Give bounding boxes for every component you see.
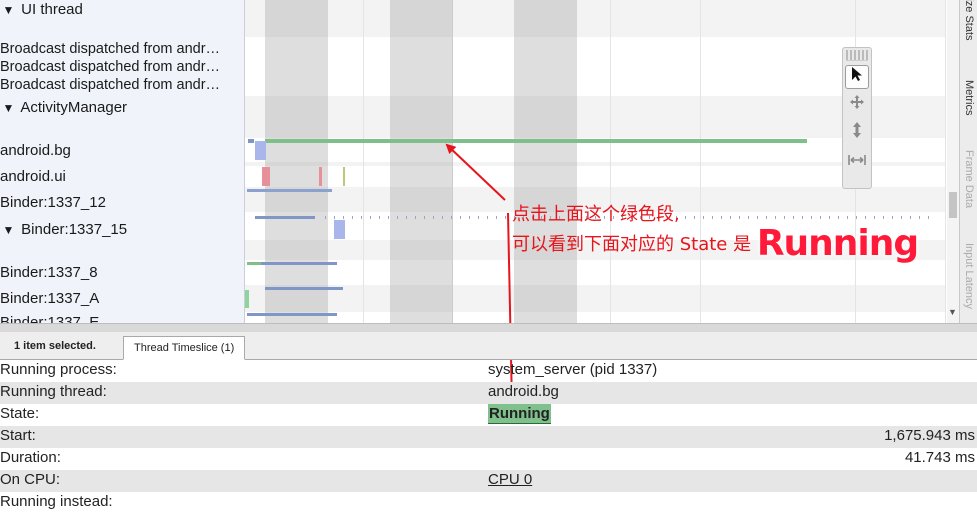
track-label-binder-8: Binder:1337_8 bbox=[0, 264, 98, 281]
grid-line bbox=[610, 0, 611, 323]
track-label-column: ▼ UI thread Broadcast dispatched from an… bbox=[0, 0, 245, 323]
toolbar-drag-handle[interactable] bbox=[846, 50, 868, 61]
analysis-tab-bar: 1 item selected. Thread Timeslice (1) bbox=[0, 332, 977, 360]
scroll-down-arrow-icon[interactable]: ▼ bbox=[948, 307, 957, 317]
row-value: system_server (pid 1337) bbox=[488, 361, 658, 378]
zoom-tool-icon[interactable] bbox=[846, 121, 868, 145]
thread-slice[interactable] bbox=[265, 287, 343, 290]
side-tab-bar: Size Stats Metrics Frame Data Input Late… bbox=[959, 0, 977, 323]
row-key: Duration: bbox=[0, 449, 61, 466]
row-value: android.bg bbox=[488, 383, 559, 400]
timing-tool-icon[interactable] bbox=[846, 149, 868, 173]
track-label-binder-12: Binder:1337_12 bbox=[0, 194, 106, 211]
row-key: State: bbox=[0, 405, 40, 422]
tab-size-stats[interactable]: Size Stats bbox=[960, 0, 977, 48]
thread-slice[interactable] bbox=[319, 167, 322, 186]
track-background bbox=[245, 162, 945, 166]
tab-thread-timeslice[interactable]: Thread Timeslice (1) bbox=[123, 336, 246, 360]
thread-slice[interactable] bbox=[247, 262, 261, 265]
table-row: Running thread: android.bg bbox=[0, 382, 977, 404]
state-value: Running bbox=[488, 404, 551, 424]
pan-tool-icon[interactable] bbox=[846, 93, 868, 117]
trace-viewer: ▼ UI thread Broadcast dispatched from an… bbox=[0, 0, 977, 323]
table-row: State: Running bbox=[0, 404, 977, 426]
thread-slice[interactable] bbox=[248, 139, 254, 143]
track-background bbox=[245, 0, 945, 37]
scrollbar-thumb[interactable] bbox=[949, 192, 957, 218]
thread-slice[interactable] bbox=[247, 313, 337, 316]
table-row: On CPU: CPU 0 bbox=[0, 470, 977, 492]
track-group-ui-thread[interactable]: ▼ UI thread bbox=[0, 1, 242, 19]
thread-slice[interactable] bbox=[334, 220, 345, 239]
cpu-link[interactable]: CPU 0 bbox=[488, 470, 532, 489]
vertical-scrollbar[interactable]: ▼ bbox=[947, 0, 959, 323]
row-key: Running thread: bbox=[0, 383, 107, 400]
table-row: Start: 1,675.943 ms bbox=[0, 426, 977, 448]
table-row: Duration: 41.743 ms bbox=[0, 448, 977, 470]
annotation-line-2: 可以看到下面对应的 State 是 Running bbox=[512, 226, 919, 262]
highlight-band bbox=[265, 0, 328, 323]
thread-slice[interactable] bbox=[262, 167, 270, 186]
track-label-android-bg: android.bg bbox=[0, 142, 71, 159]
annotation-text: 点击上面这个绿色段, 可以看到下面对应的 State 是 Running bbox=[512, 200, 919, 262]
row-value: 41.743 ms bbox=[904, 449, 975, 466]
track-label-broadcast-1: Broadcast dispatched from andr… bbox=[0, 41, 221, 57]
table-row: Running instead: bbox=[0, 492, 977, 514]
selection-count: 1 item selected. bbox=[14, 340, 96, 352]
track-label-binder-a: Binder:1337_A bbox=[0, 290, 100, 307]
thread-slice[interactable] bbox=[255, 141, 266, 160]
annotation-line-2-text: 可以看到下面对应的 State 是 bbox=[512, 234, 752, 255]
track-group-activity-manager[interactable]: ▼ ActivityManager bbox=[0, 99, 242, 117]
track-label: Binder:1337_15 bbox=[21, 221, 128, 238]
track-label: ActivityManager bbox=[20, 99, 128, 116]
table-row: Running process: system_server (pid 1337… bbox=[0, 360, 977, 382]
track-group-binder-15[interactable]: ▼ Binder:1337_15 bbox=[0, 221, 242, 239]
tab-input-latency[interactable]: Input Latency bbox=[960, 238, 977, 314]
highlight-band bbox=[514, 0, 577, 323]
tab-frame-data[interactable]: Frame Data bbox=[960, 146, 977, 212]
highlight-band bbox=[390, 0, 453, 323]
running-slice-android-bg[interactable] bbox=[265, 139, 807, 143]
track-label-broadcast-3: Broadcast dispatched from andr… bbox=[0, 77, 221, 93]
expand-arrow-icon[interactable]: ▼ bbox=[0, 99, 17, 117]
track-background bbox=[245, 285, 945, 312]
grid-line bbox=[363, 0, 364, 323]
tab-metrics[interactable]: Metrics bbox=[960, 76, 977, 120]
row-value: 1,675.943 ms bbox=[884, 427, 975, 444]
track-label-broadcast-2: Broadcast dispatched from andr… bbox=[0, 59, 221, 75]
thread-slice[interactable] bbox=[255, 216, 315, 219]
grid-line bbox=[945, 0, 946, 323]
expand-arrow-icon[interactable]: ▼ bbox=[0, 221, 17, 239]
track-label: UI thread bbox=[21, 1, 83, 18]
track-label-binder-e: Binder:1337_E bbox=[0, 314, 100, 323]
row-key: Start: bbox=[0, 427, 36, 444]
expand-arrow-icon[interactable]: ▼ bbox=[0, 1, 17, 19]
row-key: Running process: bbox=[0, 361, 117, 378]
thread-slice[interactable] bbox=[247, 189, 332, 192]
details-table: Running process: system_server (pid 1337… bbox=[0, 360, 977, 514]
track-label-android-ui: android.ui bbox=[0, 168, 66, 185]
thread-slice[interactable] bbox=[245, 290, 249, 308]
track-background bbox=[245, 96, 945, 138]
row-key: On CPU: bbox=[0, 471, 61, 488]
row-key: Running instead: bbox=[0, 493, 113, 510]
thread-slice[interactable] bbox=[343, 167, 345, 186]
annotation-highlight: Running bbox=[756, 223, 919, 264]
selection-tool-icon[interactable] bbox=[845, 65, 869, 89]
mouse-mode-toolbar bbox=[842, 47, 872, 189]
grid-line bbox=[700, 0, 701, 323]
